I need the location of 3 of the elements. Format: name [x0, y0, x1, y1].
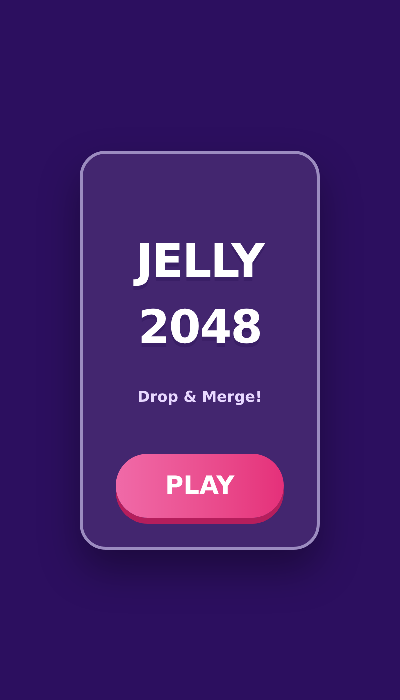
- tagline: Drop & Merge!: [138, 386, 262, 408]
- game-title: JELLY 2048: [100, 228, 300, 360]
- play-button[interactable]: PLAY: [116, 454, 284, 518]
